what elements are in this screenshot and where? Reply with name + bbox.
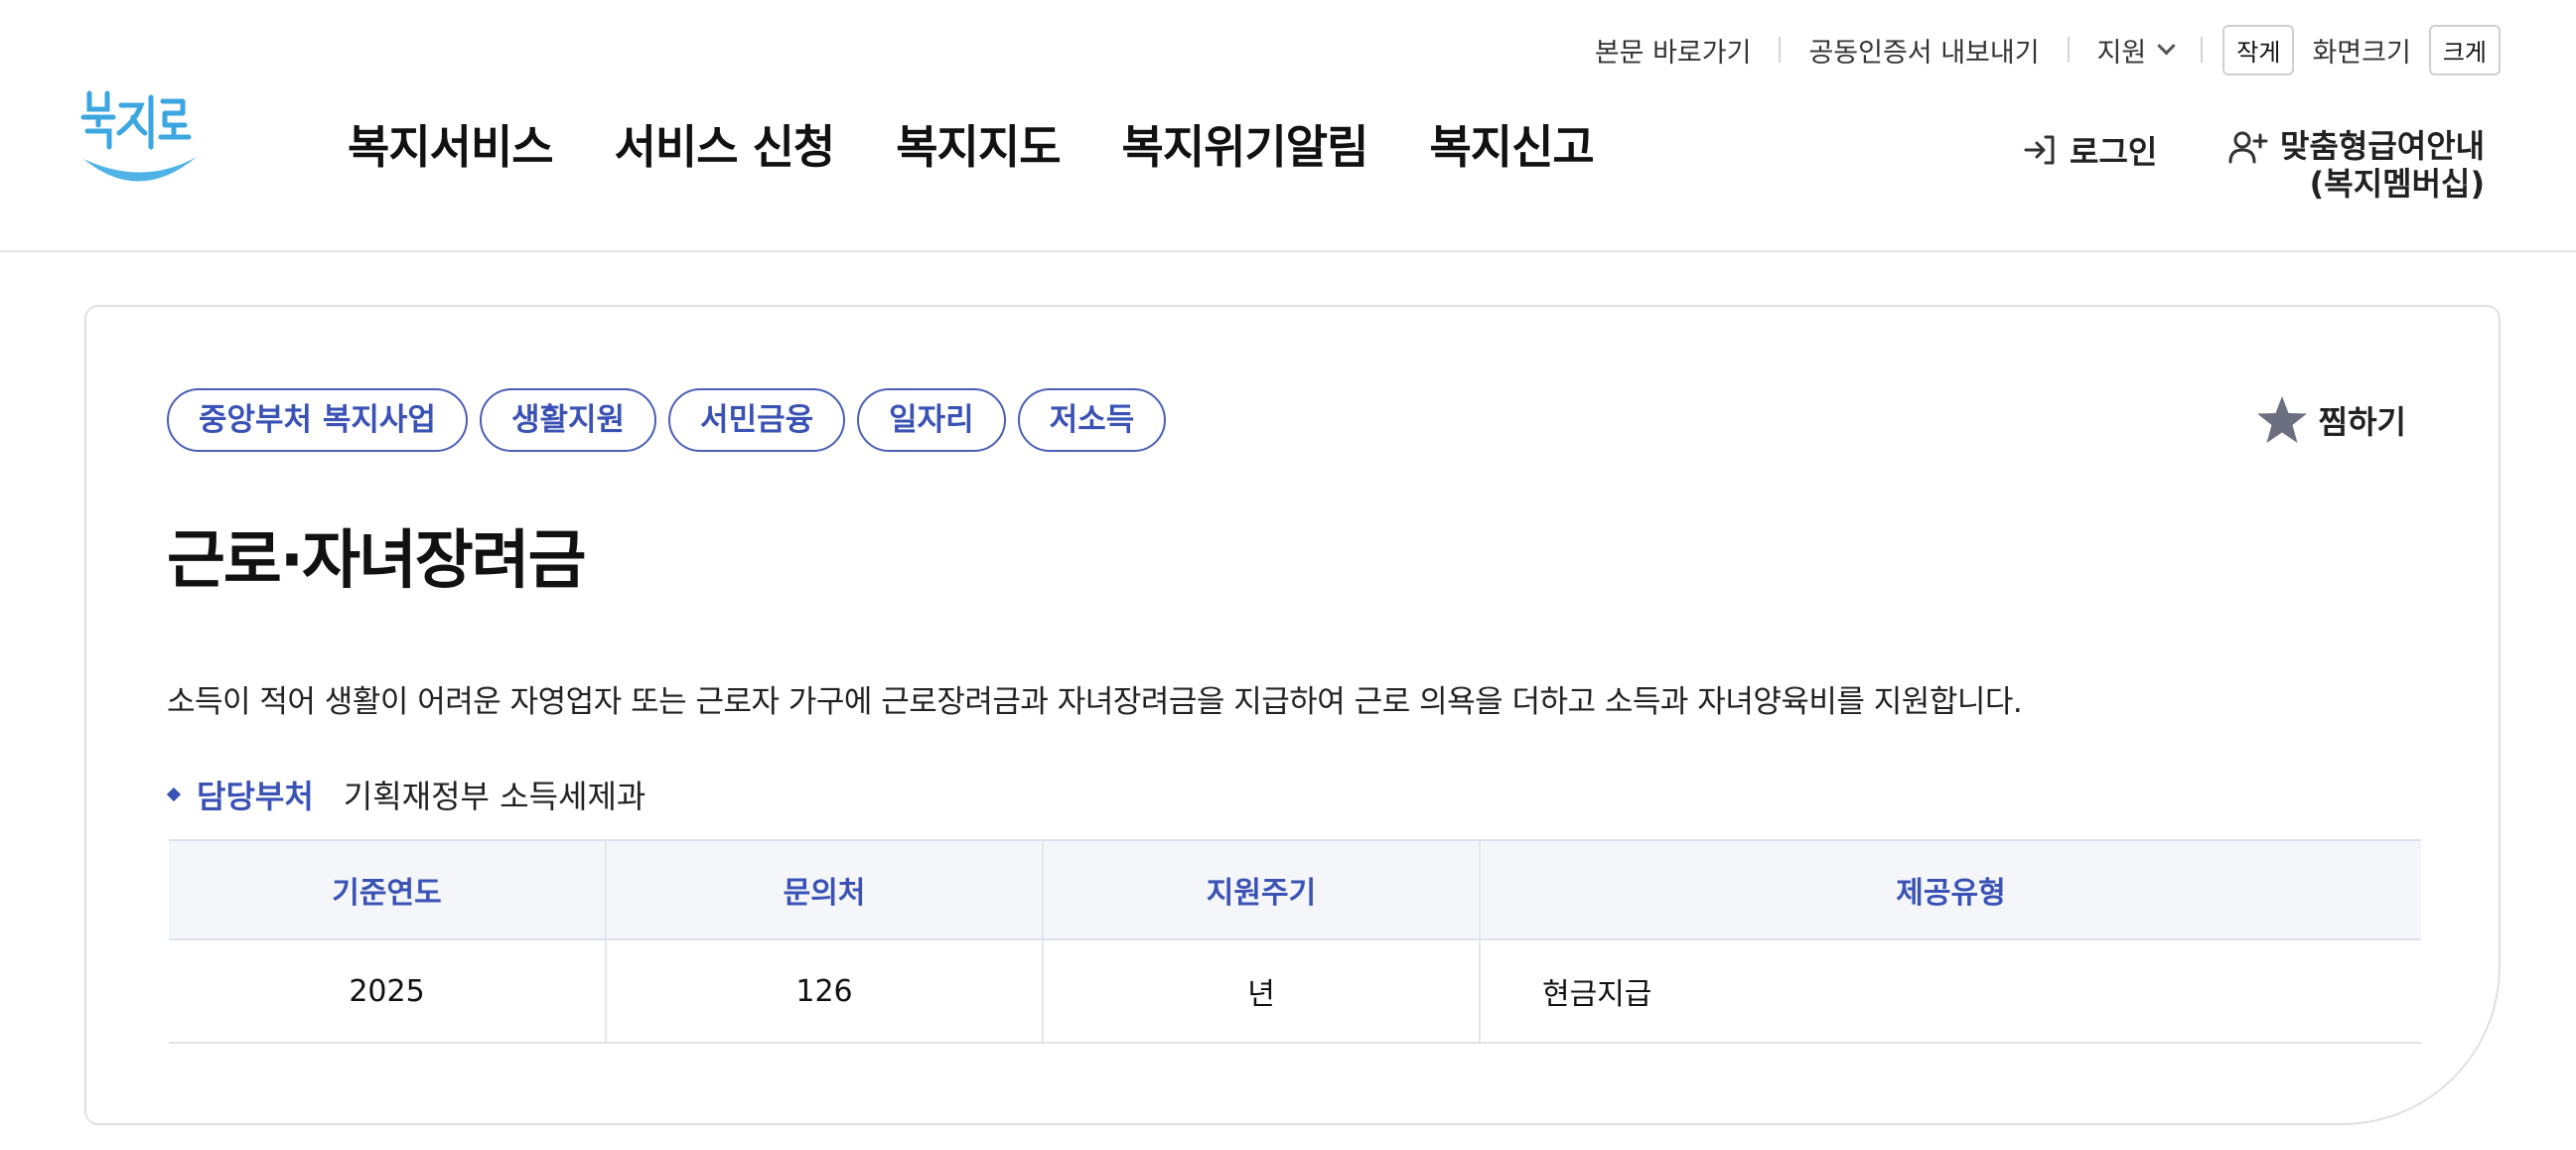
support-menu[interactable]: 지원 [2070, 31, 2202, 70]
service-detail-card: 중앙부처 복지사업 생활지원 서민금융 일자리 저소득 찜하기 근로·자녀장려금… [84, 305, 2501, 1125]
tag-central-ministry[interactable]: 중앙부처 복지사업 [167, 388, 468, 452]
login-arrow-icon [2024, 135, 2055, 165]
header-base-year: 기준연도 [169, 839, 606, 940]
page: 본문 바로가기 공동인증서 내보내기 지원 작게 화면크기 크게 복지서비스 서… [0, 0, 2576, 1150]
skip-to-content-link[interactable]: 본문 바로가기 [1567, 31, 1780, 70]
service-info-table: 기준연도 문의처 지원주기 제공유형 2025 126 년 현금지급 [169, 839, 2421, 1044]
font-size-large-button[interactable]: 크게 [2428, 24, 2501, 75]
login-button[interactable]: 로그인 [2022, 127, 2157, 173]
department-row: 담당부처 기획재정부 소득세제과 [166, 772, 646, 817]
site-logo[interactable] [79, 87, 204, 197]
cell-support-cycle: 년 [1042, 939, 1480, 1044]
font-size-label: 화면크기 [2312, 37, 2411, 69]
bokjiro-logo-icon [80, 90, 197, 182]
login-label: 로그인 [2070, 133, 2158, 171]
nav-crisis-alert[interactable]: 복지위기알림 [1122, 111, 1369, 177]
service-summary: 소득이 적어 생활이 어려운 자영업자 또는 근로자 가구에 근로장려금과 자녀… [167, 684, 2023, 720]
tag-jobs[interactable]: 일자리 [857, 388, 1006, 452]
utility-bar: 본문 바로가기 공동인증서 내보내기 지원 작게 화면크기 크게 [1567, 24, 2501, 75]
nav-welfare-map[interactable]: 복지지도 [896, 111, 1061, 177]
star-icon [2256, 396, 2307, 443]
main-nav: 복지서비스 서비스 신청 복지지도 복지위기알림 복지신고 [348, 111, 1595, 177]
nav-welfare-services[interactable]: 복지서비스 [348, 111, 554, 177]
font-size-small-button[interactable]: 작게 [2222, 24, 2295, 75]
table-header-row: 기준연도 문의처 지원주기 제공유형 [169, 839, 2421, 940]
cell-provision-type: 현금지급 [1479, 939, 2421, 1044]
category-tags: 중앙부처 복지사업 생활지원 서민금융 일자리 저소득 [167, 388, 1167, 452]
tag-low-income[interactable]: 저소득 [1017, 388, 1167, 452]
membership-line1: 맞춤형급여안내 [2280, 127, 2486, 165]
nav-service-application[interactable]: 서비스 신청 [615, 111, 836, 177]
bullet-diamond-icon [166, 787, 182, 802]
header-provision-type: 제공유형 [1479, 839, 2421, 940]
header-contact: 문의처 [605, 839, 1043, 940]
nav-welfare-report[interactable]: 복지신고 [1429, 111, 1594, 177]
membership-button[interactable]: 맞춤형급여안내 (복지멤버십) [2228, 127, 2485, 203]
support-label: 지원 [2096, 37, 2147, 69]
font-size-control: 작게 화면크기 크게 [2203, 24, 2501, 75]
chevron-down-icon [2157, 36, 2176, 55]
user-plus-icon [2228, 131, 2268, 164]
membership-line2: (복지멤버십) [2309, 165, 2486, 203]
table-row: 2025 126 년 현금지급 [169, 939, 2421, 1044]
favorite-button[interactable]: 찜하기 [2255, 388, 2406, 452]
department-label: 담당부처 [197, 778, 314, 815]
service-title: 근로·자녀장려금 [167, 524, 586, 598]
department-value: 기획재정부 소득세제과 [343, 778, 646, 815]
tag-living-support[interactable]: 생활지원 [479, 388, 657, 452]
header-divider [0, 250, 2576, 252]
membership-text: 맞춤형급여안내 (복지멤버십) [2280, 127, 2485, 203]
tag-finance[interactable]: 서민금융 [668, 388, 846, 452]
cert-export-link[interactable]: 공동인증서 내보내기 [1781, 31, 2067, 70]
cell-base-year: 2025 [169, 939, 606, 1044]
cell-contact: 126 [605, 939, 1043, 1044]
header-support-cycle: 지원주기 [1042, 839, 1480, 940]
favorite-label: 찜하기 [2318, 403, 2406, 441]
